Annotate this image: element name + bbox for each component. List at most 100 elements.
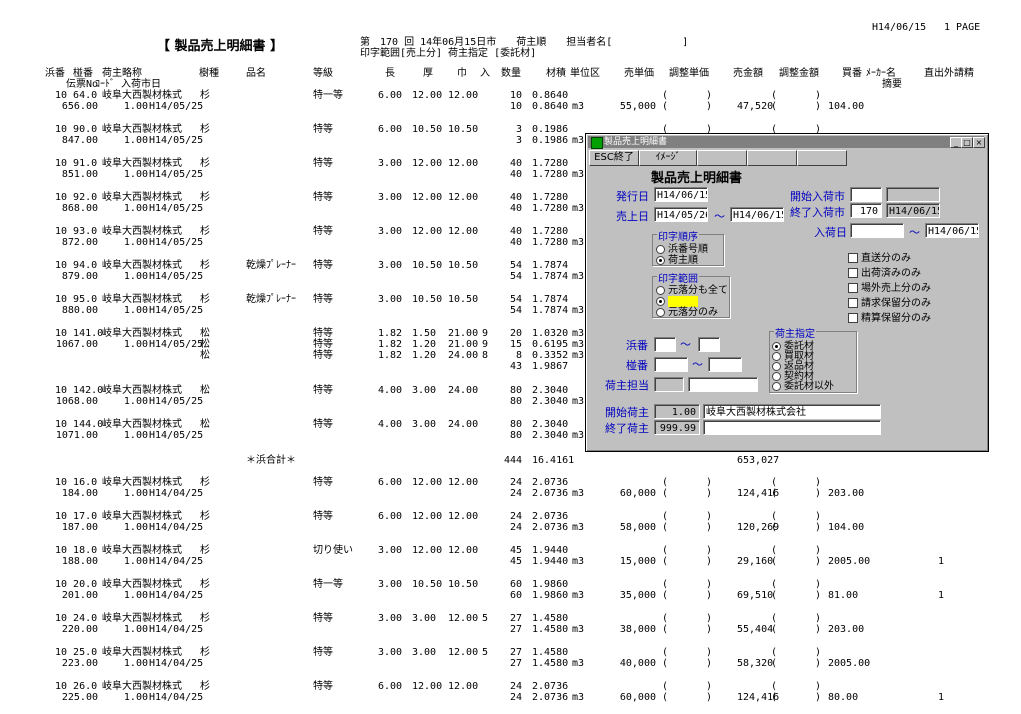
row-grade: 特一等 (313, 579, 343, 590)
row-volume: 0.8640 (532, 90, 569, 101)
image-preview-button[interactable]: ｲﾒｰｼﾞ (639, 150, 697, 166)
row-width: 21.00 (448, 339, 479, 350)
row-price: 60,000 (619, 488, 656, 499)
row-thickness: 12.00 (412, 192, 443, 203)
row-volume: 1.7874 (532, 294, 569, 305)
row-grade: 特等 (313, 419, 333, 430)
row-thickness: 3.00 (412, 647, 437, 658)
row-unit: m3 (572, 692, 585, 703)
report-page-number: 1 PAGE (944, 22, 981, 33)
row-unit: m3 (572, 135, 585, 146)
row-grade: 特等 (313, 511, 333, 522)
check-direct[interactable]: 直送分のみ (848, 249, 911, 264)
end-shipper-code-input[interactable]: 999.99 (654, 420, 700, 435)
row-adj-amount-close: ) (815, 579, 822, 590)
row-thickness: 10.50 (412, 294, 443, 305)
row-volume-total: 2.0736 (532, 692, 569, 703)
row-grade: 特等 (313, 328, 333, 339)
row-slip-no: 851.00 (61, 169, 98, 180)
row-hama-pile: 10 91.0 (55, 158, 98, 169)
row-hama-pile: 10 142.0 (55, 385, 104, 396)
row-width: 12.00 (448, 158, 479, 169)
sales-date-to-input[interactable]: H14/06/15 (730, 207, 784, 222)
row-thickness: 10.50 (412, 124, 443, 135)
row-price: 55,000 (619, 101, 656, 112)
check-offsite[interactable]: 場外売上分のみ (848, 279, 931, 294)
row-length: 1.82 (378, 339, 403, 350)
esc-exit-button[interactable]: ESC終了 (589, 150, 639, 166)
order-radio-shipper[interactable]: 荷主順 (656, 251, 698, 266)
row-qty-total: 27 (509, 658, 522, 669)
pile-to-input[interactable] (708, 357, 742, 372)
row-volume-total: 2.0736 (532, 488, 569, 499)
issue-date-input[interactable]: H14/06/15 (654, 187, 708, 202)
row-adj2-close: ) (815, 658, 822, 669)
row-length: 3.00 (378, 647, 403, 658)
header-direct: 直出外請精 (924, 68, 974, 79)
maximize-icon[interactable]: □ (961, 137, 973, 148)
pile-from-input[interactable] (654, 357, 688, 372)
row-price: 60,000 (619, 692, 656, 703)
subtotal-qty: 444 (503, 455, 522, 466)
row-price: 38,000 (619, 624, 656, 635)
row-thickness: 12.00 (412, 158, 443, 169)
row-slip-no: 847.00 (61, 135, 98, 146)
row-hama-pile: 10 93.0 (55, 226, 98, 237)
end-market-number-input[interactable]: 170 (850, 203, 882, 218)
row-amount: 124,416 (737, 692, 780, 703)
hama-from-input[interactable] (654, 337, 676, 352)
row-width: 24.00 (448, 419, 479, 430)
row-direct-flag: 1 (937, 556, 944, 567)
start-shipper-name-field[interactable]: 岐阜大西製材株式会社 (703, 404, 881, 419)
end-shipper-name-field[interactable] (703, 420, 881, 435)
row-count: 5 (481, 647, 488, 658)
row-unit: m3 (572, 556, 585, 567)
check-billing-hold[interactable]: 請求保留分のみ (848, 294, 931, 309)
shipper-radio-non-consign[interactable]: 委託材以外 (772, 377, 834, 392)
row-volume-total: 1.9867 (532, 361, 569, 372)
shipper-owner-name-field[interactable] (688, 377, 758, 392)
row-hama-pile: 10 64.0 (55, 90, 98, 101)
shipper-spec-group: 荷主指定 委託材 買取材 返品材 契約材 委託材以外 (769, 325, 857, 393)
hama-to-input[interactable] (698, 337, 720, 352)
range-radio-returned[interactable]: 元落分のみ (656, 303, 718, 318)
row-shipper: 岐阜大西製材株式 (102, 90, 182, 101)
close-icon[interactable]: × (973, 137, 985, 148)
row-shipper: 岐阜大西製材株式 (102, 613, 182, 624)
check-shipped[interactable]: 出荷済みのみ (848, 264, 921, 279)
row-slip-no: 1067.00 (55, 339, 98, 350)
row-adj-amount-close: ) (815, 545, 822, 556)
row-volume: 2.0736 (532, 511, 569, 522)
row-buyer-no: 2005.00 (828, 658, 871, 669)
arrival-date-to-input[interactable]: H14/06/15 (925, 223, 979, 238)
shipper-owner-code-field[interactable] (654, 377, 684, 392)
toolbar-blank-button-2[interactable] (747, 150, 797, 166)
sales-date-from-input[interactable]: H14/05/26 (654, 207, 708, 222)
subtotal-volume: 16.4161 (532, 455, 575, 466)
toolbar-blank-button-3[interactable] (797, 150, 847, 166)
row-width: 21.00 (448, 328, 479, 339)
row-adj-price-close: ) (706, 647, 713, 658)
row-volume-total: 1.7874 (532, 305, 569, 316)
arrival-date-from-input[interactable] (850, 223, 904, 238)
row-slip-no: 187.00 (61, 522, 98, 533)
row-adj-amount-open: ( (771, 511, 778, 522)
header-width: 巾 (457, 68, 467, 79)
row-slip-no: 1071.00 (55, 430, 98, 441)
row-adj-close: ) (706, 101, 713, 112)
start-shipper-code-input[interactable]: 1.00 (654, 404, 700, 419)
row-code: 1.00 (123, 271, 148, 282)
row-grade: 特等 (313, 158, 333, 169)
row-adj-price-open: ( (662, 545, 669, 556)
row-adj2-open: ( (771, 658, 778, 669)
start-market-number-input[interactable] (850, 187, 882, 202)
check-settlement-hold[interactable]: 精算保留分のみ (848, 309, 931, 324)
row-shipper: 岐阜大西製材株式 (102, 294, 182, 305)
row-shipper: 岐阜大西製材株式 (102, 545, 182, 556)
row-adj-price-open: ( (662, 477, 669, 488)
row-thickness: 12.00 (412, 226, 443, 237)
row-adj-close: ) (706, 624, 713, 635)
header-slip-no: 伝票No (66, 79, 99, 90)
row-slip-no: 872.00 (61, 237, 98, 248)
toolbar-blank-button-1[interactable] (697, 150, 747, 166)
